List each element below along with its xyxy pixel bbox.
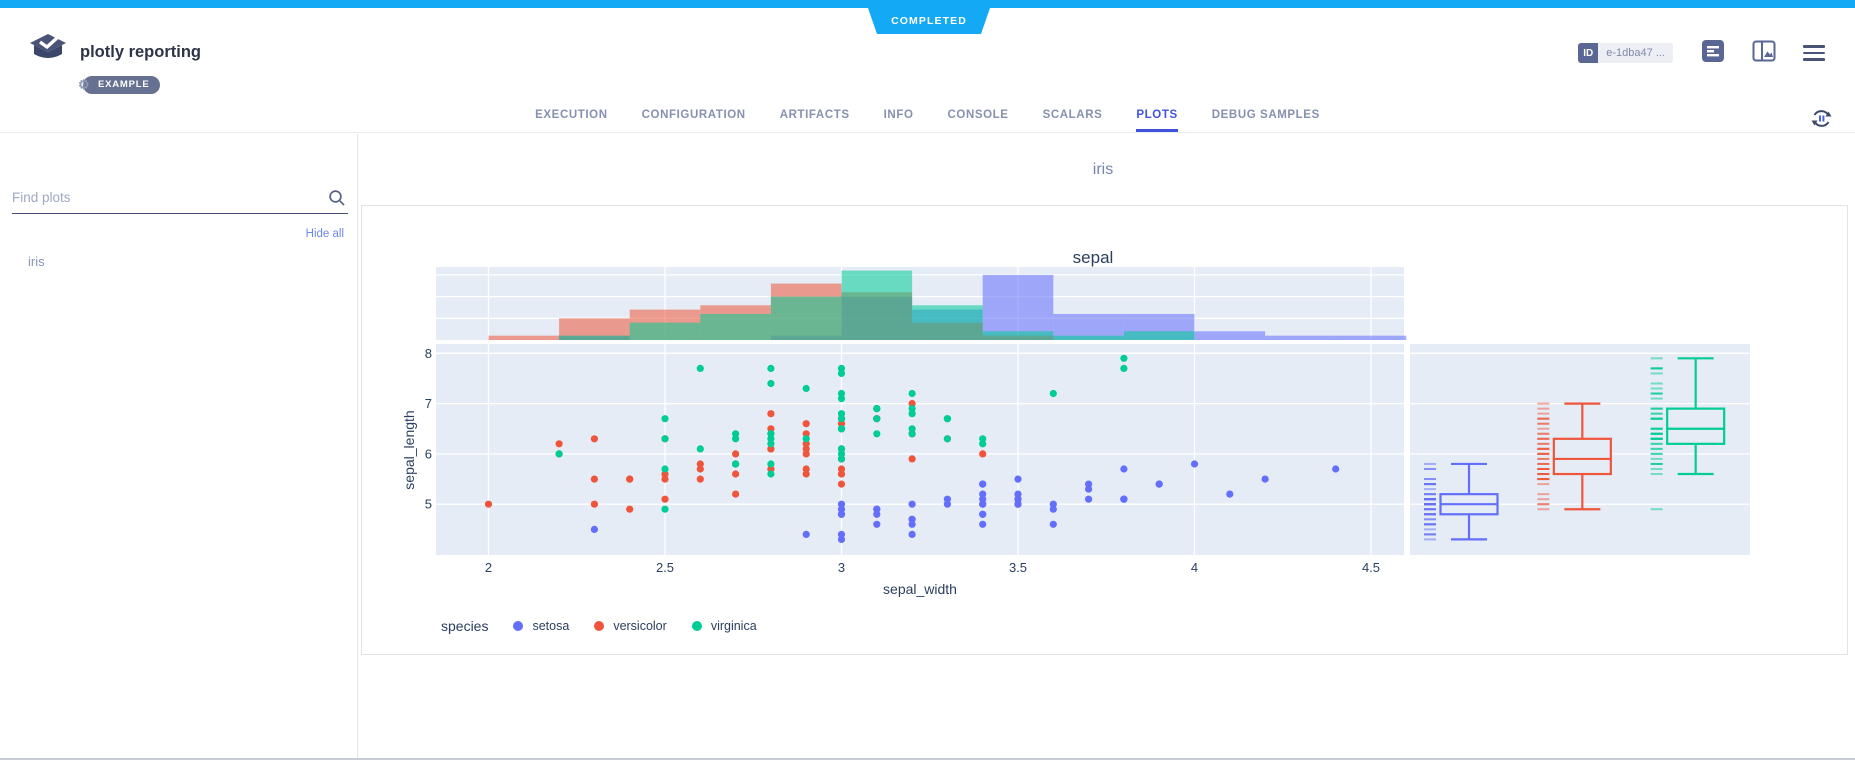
legend-item-setosa[interactable]: setosa: [513, 619, 569, 633]
svg-text:7: 7: [425, 396, 432, 411]
experiment-tabs: EXECUTION CONFIGURATION ARTIFACTS INFO CONSO…: [0, 100, 1855, 133]
legend-label: versicolor: [613, 619, 667, 633]
tab-execution[interactable]: EXECUTION: [535, 100, 608, 132]
tab-plots[interactable]: PLOTS: [1136, 100, 1178, 132]
plot-list: iris: [0, 248, 357, 275]
legend-swatch: [513, 621, 524, 631]
id-label: ID: [1578, 43, 1599, 63]
svg-text:2.5: 2.5: [656, 560, 674, 575]
plot-list-item-iris[interactable]: iris: [0, 248, 357, 275]
tab-debug-samples[interactable]: DEBUG SAMPLES: [1212, 100, 1320, 132]
split-view-icon[interactable]: [1752, 39, 1776, 68]
tab-scalars[interactable]: SCALARS: [1043, 100, 1103, 132]
plots-panel: iris 2 2.5 3 3.5 4 4.5 5 6 7 8 sepal sepal_width sep…: [359, 134, 1855, 760]
iris-sepal-chart: 2 2.5 3 3.5 4 4.5 5 6 7 8 sepal sepal_width sepal_le…: [401, 248, 1750, 597]
svg-text:2: 2: [485, 560, 492, 575]
header-actions: ID e-1dba47 ...: [1578, 39, 1825, 68]
svg-text:3.5: 3.5: [1009, 560, 1027, 575]
svg-text:6: 6: [425, 446, 432, 461]
status-color-bar: [0, 0, 1855, 8]
legend-label: setosa: [532, 619, 570, 633]
legend-item-virginica[interactable]: virginica: [691, 619, 757, 633]
plot-search-row: [12, 184, 348, 214]
id-value: e-1dba47 ...: [1598, 43, 1673, 63]
tab-artifacts[interactable]: ARTIFACTS: [780, 100, 850, 132]
hide-all-link[interactable]: Hide all: [306, 228, 344, 240]
menu-icon[interactable]: [1803, 45, 1825, 61]
chart-legend: species setosa versicolor virginica: [441, 618, 757, 634]
legend-title: species: [441, 618, 489, 634]
legend-swatch: [691, 621, 702, 631]
clearml-logo-icon[interactable]: [28, 31, 68, 76]
plots-sidebar: Hide all iris: [0, 134, 358, 760]
legend-label: virginica: [710, 619, 757, 633]
tab-configuration[interactable]: CONFIGURATION: [642, 100, 746, 132]
experiment-title: plotly reporting: [80, 43, 201, 61]
svg-text:sepal_width: sepal_width: [883, 581, 957, 597]
tab-console[interactable]: CONSOLE: [948, 100, 1009, 132]
tab-info[interactable]: INFO: [884, 100, 914, 132]
search-input[interactable]: [12, 184, 312, 209]
status-ribbon: COMPLETED: [868, 8, 990, 34]
details-icon[interactable]: [1701, 39, 1725, 68]
gear-icon: ⚙: [78, 77, 91, 92]
auto-refresh-icon[interactable]: [1810, 107, 1833, 135]
svg-text:4: 4: [1191, 560, 1198, 575]
legend-item-versicolor[interactable]: versicolor: [594, 619, 667, 633]
svg-text:4.5: 4.5: [1362, 560, 1380, 575]
svg-text:3: 3: [838, 560, 845, 575]
example-badge: ⚙ EXAMPLE: [78, 76, 160, 94]
plot-group-title: iris: [1092, 161, 1114, 178]
experiment-id-chip[interactable]: ID e-1dba47 ...: [1578, 43, 1673, 63]
experiment-page: COMPLETED plotly reporting ⚙ EXAMPLE ID …: [0, 0, 1855, 760]
legend-swatch: [594, 621, 605, 631]
svg-text:8: 8: [425, 346, 432, 361]
svg-text:5: 5: [425, 497, 432, 512]
status-label: COMPLETED: [891, 15, 967, 27]
search-icon[interactable]: [328, 189, 346, 212]
svg-text:sepal: sepal: [1073, 248, 1114, 267]
plot-card: 2 2.5 3 3.5 4 4.5 5 6 7 8 sepal sepal_width sepal_le…: [361, 205, 1848, 655]
svg-text:sepal_length: sepal_length: [401, 410, 417, 489]
